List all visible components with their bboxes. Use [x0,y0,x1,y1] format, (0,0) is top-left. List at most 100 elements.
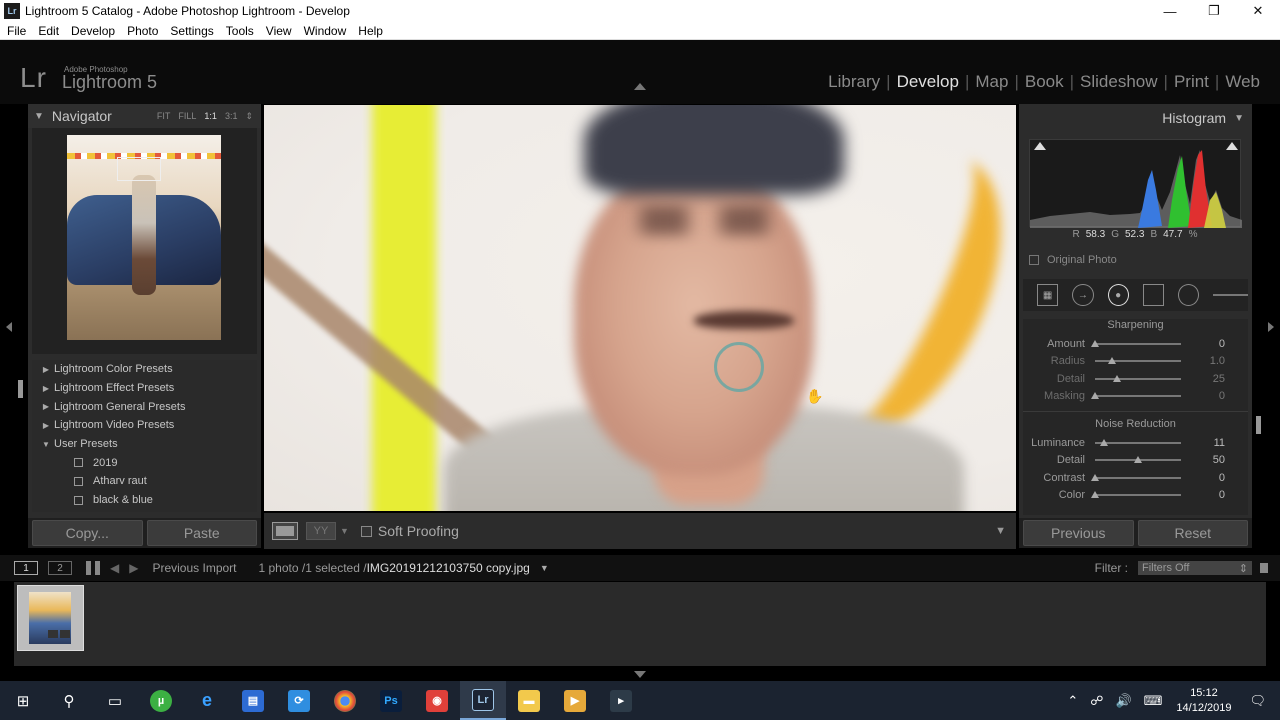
original-photo-checkbox[interactable] [1029,255,1039,265]
spot-removal-tool-icon[interactable]: → [1072,284,1094,306]
preset-folder[interactable]: ▶ Lightroom General Presets [32,397,257,416]
spot-removal-circle[interactable] [714,342,764,392]
copy-button[interactable]: Copy... [32,520,143,546]
red-eye-tool-icon[interactable]: ● [1107,284,1129,306]
main-window-button[interactable]: 1 [14,561,38,575]
collapse-triangle-icon[interactable]: ▼ [32,440,54,449]
menu-file[interactable]: File [0,24,31,38]
minimize-button[interactable]: — [1148,0,1192,22]
network-icon[interactable]: ☍ [1090,693,1103,709]
preset-item[interactable]: Atharv raut [32,472,257,491]
file-explorer-icon[interactable]: ▬ [506,681,552,720]
filter-select[interactable]: Filters Off ⇕ [1138,561,1252,575]
slider-value[interactable]: 0 [1181,390,1225,402]
slider-knob[interactable] [1091,392,1099,400]
crop-tool-icon[interactable]: ▦ [1037,284,1059,306]
menu-settings[interactable]: Settings [163,24,218,38]
task-view-icon[interactable]: ▭ [92,681,138,720]
sharpening-amount-slider[interactable]: Amount 0 [1023,335,1248,353]
chrome-icon[interactable] [322,681,368,720]
menu-edit[interactable]: Edit [31,24,64,38]
collapse-bottom-panel-arrow-icon[interactable] [634,671,646,678]
histogram-header[interactable]: Histogram ▼ [1019,104,1252,132]
highlight-clipping-icon[interactable] [1226,142,1238,150]
slider-track[interactable] [1091,491,1181,499]
noise-color-slider[interactable]: Color 0 [1023,487,1248,505]
slider-value[interactable]: 1.0 [1181,355,1225,367]
slider-track[interactable] [1091,392,1181,400]
noise-contrast-slider[interactable]: Contrast 0 [1023,469,1248,487]
navigator-view-rectangle[interactable] [117,157,161,181]
search-icon[interactable]: ⚲ [46,681,92,720]
back-arrow-icon[interactable]: ◀ [110,561,119,575]
slider-knob[interactable] [1108,357,1117,365]
lightroom-taskbar-icon[interactable]: Lr [460,681,506,720]
media-player-icon[interactable]: ▶ [552,681,598,720]
module-print[interactable]: Print [1168,72,1215,92]
module-book[interactable]: Book [1019,72,1070,92]
expand-triangle-icon[interactable]: ▶ [32,365,54,374]
preset-item[interactable]: 2019 [32,453,257,472]
slider-track[interactable] [1095,438,1181,446]
noise-detail-slider[interactable]: Detail 50 [1023,452,1248,470]
original-photo-toggle[interactable]: Original Photo [1029,254,1117,266]
sharpening-masking-slider[interactable]: Masking 0 [1023,388,1248,406]
preset-folder[interactable]: ▶ Lightroom Effect Presets [32,379,257,398]
menu-photo[interactable]: Photo [120,24,163,38]
before-after-button[interactable]: YY [306,522,336,540]
preset-folder[interactable]: ▶ Lightroom Color Presets [32,360,257,379]
toolbar-options-dropdown-icon[interactable]: ▼ [995,525,1006,537]
previous-button[interactable]: Previous [1023,520,1134,546]
expand-triangle-icon[interactable]: ▶ [32,384,54,393]
close-button[interactable]: ✕ [1236,0,1280,22]
collapse-triangle-icon[interactable]: ▼ [34,111,44,122]
filename-dropdown-icon[interactable]: ▼ [540,563,549,573]
menu-tools[interactable]: Tools [219,24,259,38]
edge-icon[interactable]: e [184,681,230,720]
filmstrip-source[interactable]: Previous Import [152,561,236,575]
expand-triangle-icon[interactable]: ▶ [32,421,54,430]
forward-arrow-icon[interactable]: ▶ [129,561,138,575]
module-slideshow[interactable]: Slideshow [1074,72,1164,92]
menu-develop[interactable]: Develop [64,24,120,38]
slider-value[interactable]: 11 [1181,437,1225,449]
zoom-stepper-icon[interactable]: ⇕ [245,111,253,122]
zoom-fill[interactable]: FILL [178,111,196,121]
shadow-clipping-icon[interactable] [1034,142,1046,150]
reset-button[interactable]: Reset [1137,520,1248,546]
slider-value[interactable]: 0 [1181,489,1225,501]
slider-value[interactable]: 0 [1181,338,1225,350]
noise-luminance-slider[interactable]: Luminance 11 [1023,434,1248,452]
soft-proofing-checkbox[interactable] [360,525,372,537]
video-editor-icon[interactable]: ▸ [598,681,644,720]
preset-folder[interactable]: ▼ User Presets [32,435,257,454]
photo-canvas[interactable]: ✋ [264,105,1016,511]
slider-value[interactable]: 50 [1181,454,1225,466]
store-icon[interactable]: ▤ [230,681,276,720]
slider-value[interactable]: 0 [1181,472,1225,484]
navigator-preview[interactable] [32,128,257,354]
slider-track[interactable] [1091,339,1181,347]
menu-help[interactable]: Help [351,24,388,38]
taskbar-clock[interactable]: 15:12 14/12/2019 [1176,686,1231,716]
slider-track[interactable] [1095,374,1181,382]
before-after-dropdown-icon[interactable]: ▼ [340,526,349,536]
menu-window[interactable]: Window [297,24,352,38]
filter-lock-icon[interactable] [1260,563,1268,573]
camera-app-icon[interactable]: ◉ [414,681,460,720]
filmstrip-filename[interactable]: IMG20191212103750 copy.jpg [367,561,530,575]
preset-folder[interactable]: ▶ Lightroom Video Presets [32,416,257,435]
module-web[interactable]: Web [1219,72,1266,92]
zoom-3-1[interactable]: 3:1 [225,111,238,121]
sync-app-icon[interactable]: ⟳ [276,681,322,720]
zoom-fit[interactable]: FIT [157,111,171,121]
navigator-header[interactable]: ▼ Navigator FIT FILL 1:1 3:1 ⇕ [28,104,261,128]
utorrent-icon[interactable]: µ [138,681,184,720]
photoshop-icon[interactable]: Ps [368,681,414,720]
slider-track[interactable] [1091,473,1181,481]
expand-triangle-icon[interactable]: ▶ [32,402,54,411]
slider-track[interactable] [1095,357,1181,365]
slider-knob[interactable] [1100,438,1109,446]
collapse-top-panel-arrow-icon[interactable] [634,83,646,90]
adjustment-brush-tool-icon[interactable] [1213,294,1248,296]
